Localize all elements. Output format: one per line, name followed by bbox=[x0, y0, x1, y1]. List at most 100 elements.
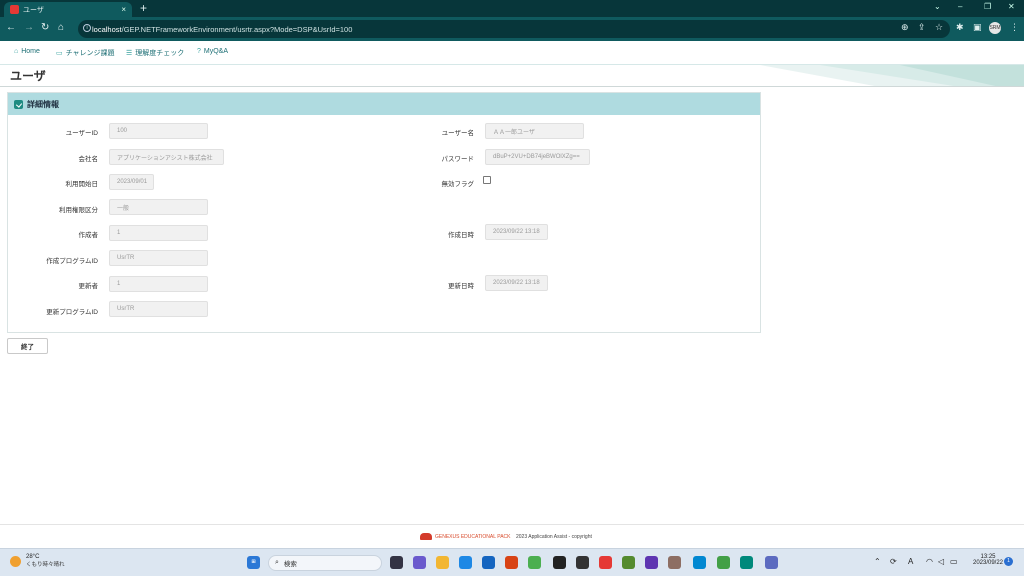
file-explorer-icon[interactable] bbox=[436, 556, 449, 569]
genexus-icon[interactable] bbox=[553, 556, 566, 569]
side-panel-icon[interactable]: ▣ bbox=[973, 22, 982, 33]
taskbar-clock[interactable]: 13:25 2023/09/22 bbox=[968, 554, 1008, 566]
password-label: パスワード bbox=[441, 156, 475, 163]
user-name-field: ＡＡ一郎ユーザ bbox=[485, 123, 584, 139]
create-program-label: 作成プログラムID bbox=[46, 258, 98, 265]
url-host: localhost bbox=[92, 24, 122, 34]
tab-search-chevron-icon[interactable]: ⌄ bbox=[934, 2, 941, 11]
volume-icon[interactable]: ◁ bbox=[938, 557, 944, 566]
permission-field: 一般 bbox=[109, 199, 208, 215]
chrome-active-icon[interactable] bbox=[717, 556, 730, 569]
reload-icon[interactable]: ↻ bbox=[41, 22, 49, 33]
chat-icon[interactable] bbox=[413, 556, 426, 569]
browser-tab[interactable]: ユーザ × bbox=[4, 2, 132, 17]
extensions-icon[interactable]: ✱ bbox=[956, 22, 964, 33]
tab-close-icon[interactable]: × bbox=[121, 5, 126, 14]
ime-indicator[interactable]: A bbox=[908, 557, 913, 566]
app-g-icon[interactable] bbox=[622, 556, 635, 569]
tray-sync-icon[interactable]: ⟳ bbox=[890, 557, 897, 566]
forward-icon[interactable]: → bbox=[24, 22, 34, 33]
new-tab-button[interactable]: + bbox=[140, 1, 147, 15]
nav-understanding-link[interactable]: ☰ 理解度チェック bbox=[126, 48, 184, 58]
nav-understanding-label: 理解度チェック bbox=[135, 50, 185, 57]
nav-qa-link[interactable]: ? MyQ&A bbox=[197, 48, 228, 55]
taskbar-search[interactable]: ⌕ 検索 bbox=[268, 555, 382, 571]
panel-header: 詳細情報 bbox=[8, 93, 760, 115]
home-icon[interactable]: ⌂ bbox=[58, 22, 64, 33]
user-id-label: ユーザーID bbox=[65, 130, 98, 137]
weather-desc: くもり時々晴れ bbox=[26, 562, 65, 568]
zoom-icon[interactable]: ⊕ bbox=[901, 22, 909, 33]
user-name-label: ユーザー名 bbox=[441, 130, 474, 137]
update-program-label: 更新プログラムID bbox=[46, 309, 98, 316]
nav-home-link[interactable]: ⌂ Home bbox=[14, 48, 40, 55]
footer-logo: GENEXUS EDUCATIONAL PACK bbox=[420, 533, 510, 540]
back-icon[interactable]: ← bbox=[6, 22, 16, 33]
created-at-field: 2023/09/22 13:18 bbox=[485, 224, 548, 240]
url-path: /GEP.NETFrameworkEnvironment/usrtr.aspx?… bbox=[121, 24, 353, 34]
minimize-button[interactable]: – bbox=[958, 2, 962, 11]
app-sheet-icon[interactable] bbox=[740, 556, 753, 569]
powerpoint-icon[interactable] bbox=[505, 556, 518, 569]
create-program-field: UsrTR bbox=[109, 250, 208, 266]
clock-date: 2023/09/22 bbox=[972, 560, 1004, 566]
question-icon: ? bbox=[197, 48, 201, 55]
notification-badge[interactable]: 1 bbox=[1004, 557, 1013, 566]
updater-label: 更新者 bbox=[78, 283, 99, 290]
skype-icon[interactable] bbox=[693, 556, 706, 569]
start-date-field: 2023/09/01 bbox=[109, 174, 154, 190]
tray-chevron-icon[interactable]: ⌃ bbox=[874, 557, 881, 566]
site-info-icon[interactable]: i bbox=[83, 24, 91, 32]
share-icon[interactable]: ⇪ bbox=[918, 22, 926, 33]
footer-copyright: 2023 Application Assist - copyright bbox=[516, 534, 592, 540]
search-icon: ⌕ bbox=[275, 559, 279, 566]
company-field: アプリケーションアシスト株式会社 bbox=[109, 149, 224, 165]
footer-logo-text: GENEXUS EDUCATIONAL PACK bbox=[435, 533, 511, 540]
app-image-icon[interactable] bbox=[668, 556, 681, 569]
restore-button[interactable]: ❐ bbox=[984, 2, 991, 11]
page-title: ユーザ bbox=[10, 69, 46, 83]
invalid-flag-checkbox[interactable] bbox=[483, 176, 491, 184]
nav-challenge-link[interactable]: ▭ チャレンジ課題 bbox=[56, 48, 115, 58]
tab-title: ユーザ bbox=[23, 6, 44, 14]
genexus-2-icon[interactable] bbox=[576, 556, 589, 569]
panel-title: 詳細情報 bbox=[27, 99, 59, 109]
decorative-banner bbox=[760, 65, 1024, 87]
nav-home-label: Home bbox=[21, 48, 40, 55]
start-date-label: 利用開始日 bbox=[65, 181, 99, 188]
nav-qa-label: MyQ&A bbox=[203, 48, 229, 55]
password-field: dBuP+2VU+DB74jeBWOlXZg== bbox=[485, 149, 590, 165]
home-icon: ⌂ bbox=[14, 48, 19, 55]
menu-kebab-icon[interactable]: ⋮ bbox=[1010, 22, 1019, 33]
bookmark-star-icon[interactable]: ☆ bbox=[935, 22, 943, 33]
address-bar[interactable]: i localhost /GEP.NETFrameworkEnvironment… bbox=[78, 20, 950, 38]
chrome-icon[interactable] bbox=[528, 556, 541, 569]
weather-widget[interactable]: 28°C くもり時々晴れ bbox=[10, 554, 65, 568]
task-view-icon[interactable] bbox=[390, 556, 403, 569]
updated-at-field: 2023/09/22 13:18 bbox=[485, 275, 548, 291]
updater-field: 1 bbox=[109, 276, 208, 292]
app-a-icon[interactable] bbox=[645, 556, 658, 569]
start-menu-icon[interactable]: ⊞ bbox=[247, 556, 260, 569]
title-band bbox=[0, 65, 1024, 87]
invalid-flag-label: 無効フラグ bbox=[441, 181, 475, 188]
logo-car-icon bbox=[420, 533, 432, 540]
nav-challenge-label: チャレンジ課題 bbox=[65, 50, 115, 57]
created-at-label: 作成日時 bbox=[448, 232, 474, 239]
close-button[interactable]: 終了 bbox=[7, 338, 48, 354]
genexus-3-icon[interactable] bbox=[599, 556, 612, 569]
keyboard-icon: ▭ bbox=[56, 50, 63, 57]
edge-icon[interactable] bbox=[459, 556, 472, 569]
browser-tab-bar: ユーザ × + ⌄ – ❐ ✕ bbox=[0, 0, 1024, 17]
taskbar-search-label: 検索 bbox=[283, 561, 297, 568]
check-square-icon bbox=[14, 99, 23, 109]
battery-icon[interactable]: ▭ bbox=[950, 557, 958, 566]
favicon-icon bbox=[10, 5, 19, 14]
profile-avatar[interactable]: SRM bbox=[989, 22, 1001, 34]
creator-field: 1 bbox=[109, 225, 208, 241]
update-program-field: UsrTR bbox=[109, 301, 208, 317]
teams-icon[interactable] bbox=[765, 556, 778, 569]
close-window-button[interactable]: ✕ bbox=[1008, 2, 1015, 11]
wifi-icon[interactable]: ◠ bbox=[926, 557, 933, 566]
outlook-icon[interactable] bbox=[482, 556, 495, 569]
